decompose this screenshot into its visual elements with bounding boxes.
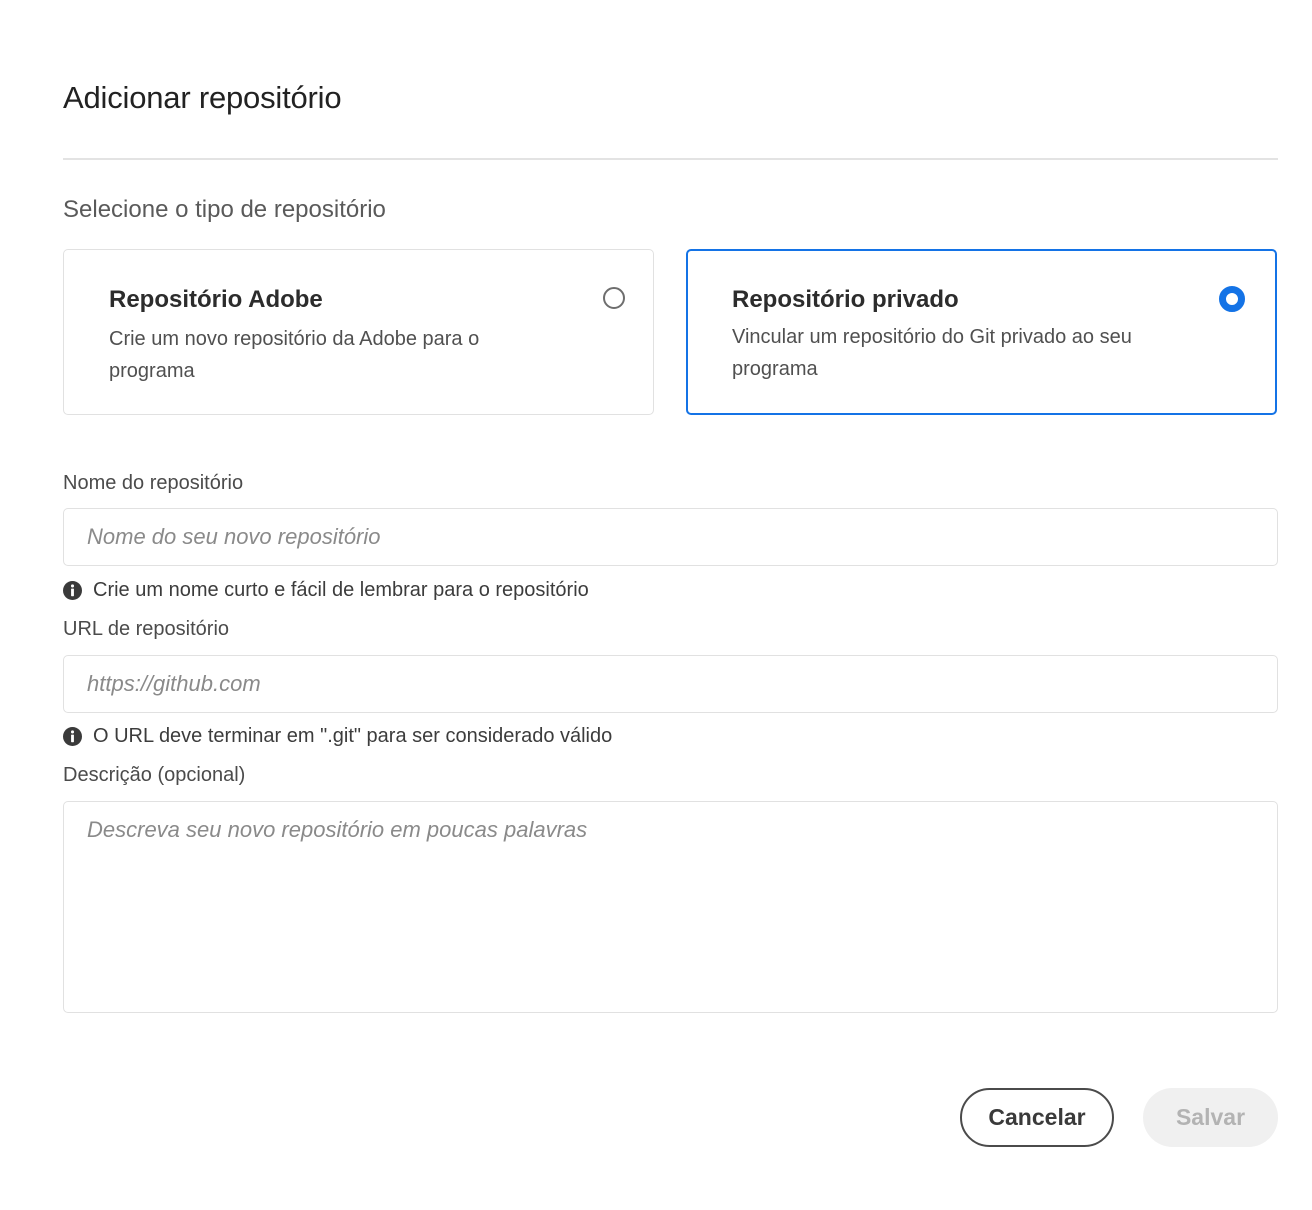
info-icon [63,727,82,746]
radio-unchecked-icon[interactable] [603,287,625,309]
repo-name-input[interactable] [63,508,1278,566]
repo-option-private-description: Vincular um repositório do Git privado a… [732,326,1132,380]
repo-option-adobe-title: Repositório Adobe [109,286,323,313]
repo-description-label: Descrição (opcional) [63,764,246,786]
info-icon [63,581,82,600]
repo-url-input[interactable] [63,655,1278,713]
add-repository-dialog: Adicionar repositório Selecione o tipo d… [0,0,1312,1210]
repo-type-label: Selecione o tipo de repositório [63,196,386,223]
cancel-button[interactable]: Cancelar [960,1088,1114,1147]
repo-option-adobe[interactable]: Repositório Adobe Crie um novo repositór… [63,249,654,415]
radio-checked-icon[interactable] [1219,286,1245,312]
repo-name-help-text: Crie um nome curto e fácil de lembrar pa… [93,579,589,601]
title-divider [63,158,1278,160]
repo-url-help-text: O URL deve terminar em ".git" para ser c… [93,725,613,747]
repo-description-textarea[interactable] [63,801,1278,1013]
repo-url-help: O URL deve terminar em ".git" para ser c… [63,725,612,748]
repo-option-private[interactable]: Repositório privado Vincular um repositó… [686,249,1277,415]
repo-option-private-title: Repositório privado [732,286,959,313]
save-button[interactable]: Salvar [1143,1088,1278,1147]
dialog-title: Adicionar repositório [63,80,342,115]
repo-name-label: Nome do repositório [63,472,244,494]
repo-url-label: URL de repositório [63,618,230,640]
repo-name-help: Crie um nome curto e fácil de lembrar pa… [63,579,589,602]
repo-option-adobe-description: Crie um novo repositório da Adobe para o… [109,328,480,382]
